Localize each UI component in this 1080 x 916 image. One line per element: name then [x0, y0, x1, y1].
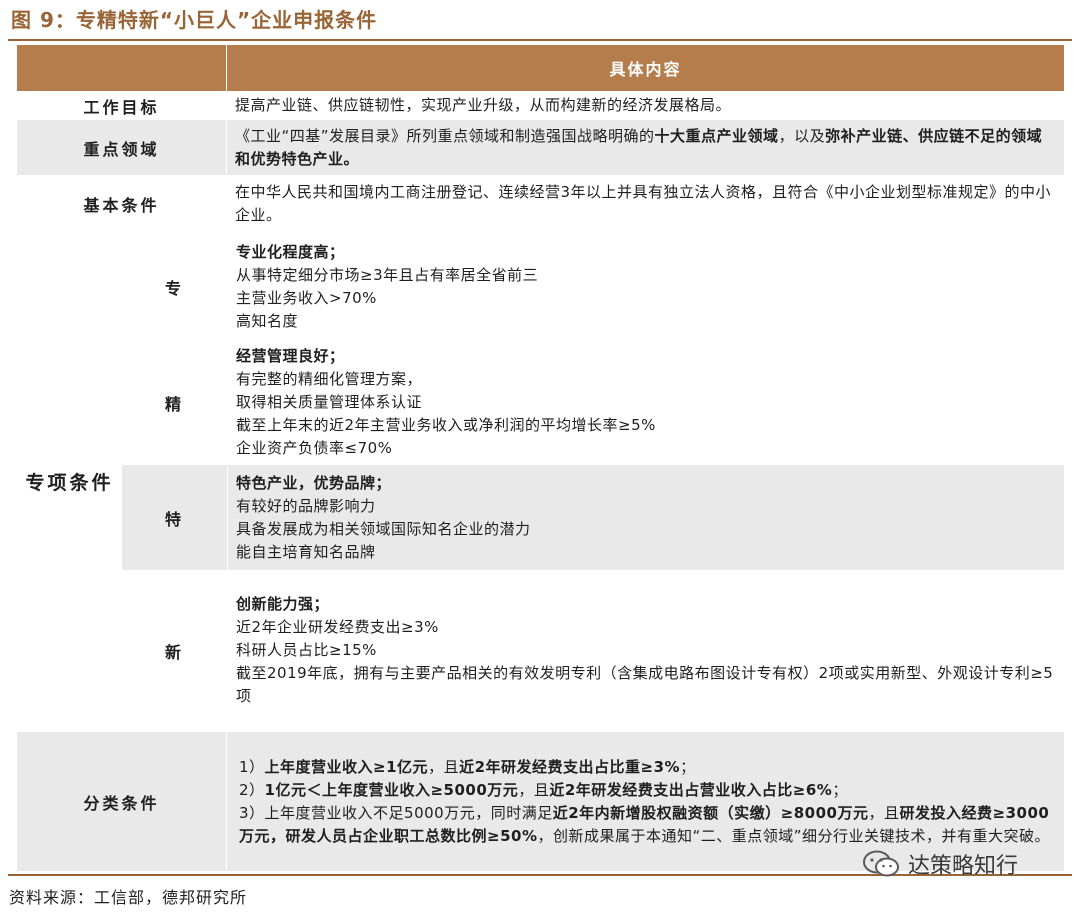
figure-title: 图 9：专精特新“小巨人”企业申报条件	[11, 8, 378, 32]
classification-line-1: 1）上年度营业收入≥1亿元，且近2年研发经费支出占比重≥3%；	[239, 757, 696, 776]
special-line: 从事特定细分市场≥3年且占有率居全省前三	[236, 265, 539, 284]
special-content-xin: 创新能力强； 近2年企业研发经费支出≥3% 科研人员占比≥15% 截至2019年…	[227, 570, 1066, 731]
key-areas-text-c: ，以及	[778, 126, 826, 145]
table-header: 具体内容	[226, 44, 1065, 92]
special-conditions-block: 专项条件 专 专业化程度高； 从事特定细分市场≥3年且占有率居全省前三 主营业务…	[17, 232, 1066, 731]
conditions-table: 具体内容 工作目标 提高产业链、供应链韧性，实现产业升级，从而构建新的经济发展格…	[16, 44, 1066, 872]
key-areas-text-b: 十大重点产业领域	[654, 126, 779, 145]
special-line: 有较好的品牌影响力	[236, 496, 376, 515]
row-content-basic-conditions: 在中华人民共和国境内工商注册登记、连续经营3年以上并具有独立法人资格，且符合《中…	[226, 175, 1065, 232]
special-heading-te: 特色产业，优势品牌；	[236, 473, 392, 492]
special-content-zhuan: 专业化程度高； 从事特定细分市场≥3年且占有率居全省前三 主营业务收入>70% …	[227, 232, 1066, 341]
table-header-row: 具体内容	[16, 44, 1065, 92]
wechat-icon	[863, 850, 899, 877]
row-label-work-goal: 工作目标	[16, 91, 227, 120]
classification-line-3: 3）上年度营业收入不足5000万元，同时满足近2年内新增股权融资额（实缴）≥80…	[239, 803, 1051, 845]
row-label-classification: 分类条件	[16, 731, 227, 872]
special-line: 取得相关质量管理体系认证	[236, 393, 423, 411]
row-content-work-goal: 提高产业链、供应链韧性，实现产业升级，从而构建新的经济发展格局。	[226, 91, 1065, 120]
row-label-key-areas: 重点领域	[16, 119, 227, 176]
special-label-xin: 新	[121, 570, 228, 731]
special-label-te: 特	[121, 464, 228, 571]
special-line: 科研人员占比≥15%	[236, 641, 377, 659]
row-content-key-areas: 《工业“四基”发展目录》所列重点领域和制造强国战略明确的十大重点产业领域，以及弥…	[226, 119, 1065, 176]
special-heading-xin: 创新能力强；	[236, 595, 330, 613]
classification-line-2: 2）1亿元＜上年度营业收入≥5000万元，且近2年研发经费支出占营业收入占比≥6…	[239, 780, 848, 799]
table-row: 基本条件 在中华人民共和国境内工商注册登记、连续经营3年以上并具有独立法人资格，…	[16, 175, 1065, 232]
special-line: 能自主培育知名品牌	[236, 542, 376, 561]
key-areas-text-a: 《工业“四基”发展目录》所列重点领域和制造强国战略明确的	[235, 126, 655, 145]
special-content-te: 特色产业，优势品牌； 有较好的品牌影响力 具备发展成为相关领域国际知名企业的潜力…	[227, 464, 1066, 571]
special-line: 主营业务收入>70%	[236, 288, 377, 307]
special-line: 具备发展成为相关领域国际知名企业的潜力	[236, 519, 531, 538]
row-label-basic-conditions: 基本条件	[16, 175, 227, 232]
table-row: 工作目标 提高产业链、供应链韧性，实现产业升级，从而构建新的经济发展格局。	[16, 91, 1065, 120]
special-heading-zhuan: 专业化程度高；	[236, 242, 345, 261]
special-label-jing: 精	[121, 340, 228, 465]
special-heading-jing: 经营管理良好；	[236, 347, 345, 365]
special-line: 企业资产负债率≤70%	[236, 439, 393, 457]
special-line: 有完整的精细化管理方案，	[236, 370, 423, 388]
row-label-special-conditions: 专项条件	[17, 232, 122, 731]
special-line: 高知名度	[236, 311, 299, 330]
title-divider	[8, 39, 1072, 41]
header-blank-cell	[16, 44, 227, 92]
table-row: 专项条件 专 专业化程度高； 从事特定细分市场≥3年且占有率居全省前三 主营业务…	[16, 231, 1066, 732]
source-note: 资料来源：工信部，德邦研究所	[9, 888, 248, 907]
special-label-zhuan: 专	[121, 232, 228, 341]
special-line: 截至2019年底，拥有与主要产品相关的有效发明专利（含集成电路布图设计专有权）2…	[236, 664, 1054, 705]
special-line: 截至上年末的近2年主营业务收入或净利润的平均增长率≥5%	[236, 416, 656, 434]
table-row: 重点领域 《工业“四基”发展目录》所列重点领域和制造强国战略明确的十大重点产业领…	[16, 119, 1065, 176]
watermark: 达策略知行	[862, 848, 1018, 880]
watermark-text: 达策略知行	[908, 854, 1019, 879]
special-content-jing: 经营管理良好； 有完整的精细化管理方案， 取得相关质量管理体系认证 截至上年末的…	[227, 340, 1066, 465]
special-line: 近2年企业研发经费支出≥3%	[236, 618, 439, 636]
